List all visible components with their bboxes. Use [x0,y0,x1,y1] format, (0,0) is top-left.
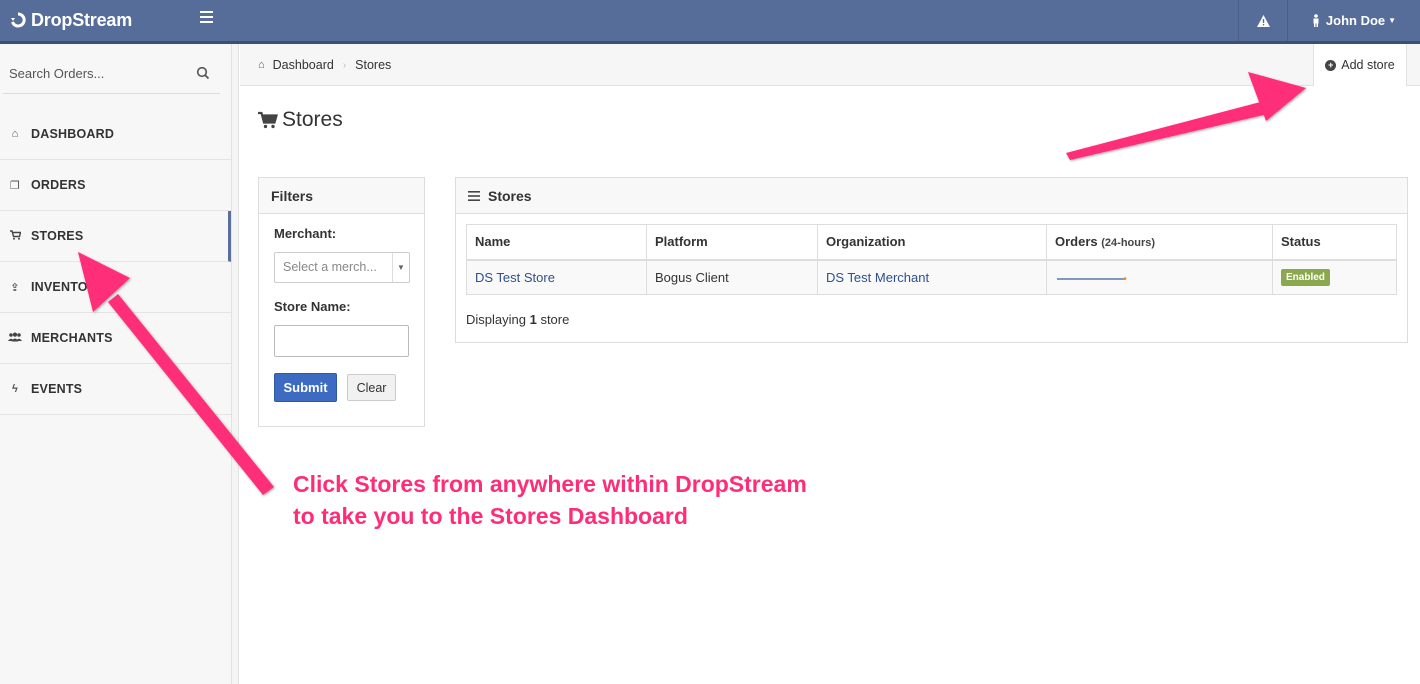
sidebar-item-merchants[interactable]: MERCHANTS [0,313,231,364]
sidebar-item-label: DASHBOARD [31,127,115,141]
sidebar-item-label: MERCHANTS [31,331,113,345]
merchant-label: Merchant: [274,226,337,241]
merchant-select-placeholder: Select a merch... [283,260,377,274]
clear-button[interactable]: Clear [347,374,396,401]
table-row: DS Test Store Bogus Client DS Test Merch… [466,259,1397,295]
sidebar-resize-handle[interactable] [232,44,239,684]
warning-icon [1256,14,1270,27]
breadcrumb-dashboard-link[interactable]: Dashboard [273,58,334,72]
store-name-input[interactable] [274,325,409,357]
annotation-line-1: Click Stores from anywhere within DropSt… [293,471,807,497]
menu-icon [200,11,213,13]
breadcrumb: ⌂ Dashboard › Stores [258,44,391,86]
store-name-label: Store Name: [274,299,351,314]
alerts-button[interactable] [1238,0,1287,41]
results-count-number: 1 [529,312,537,327]
sidebar-item-inventory[interactable]: ⇪ INVENTO [0,262,231,313]
sidebar-item-stores[interactable]: STORES [0,211,231,262]
sidebar-item-label: INVENTO [31,280,88,294]
add-store-label: Add store [1341,58,1395,72]
results-count-suffix: store [536,312,570,327]
sidebar-search [3,52,220,94]
bolt-icon: ϟ [11,383,19,395]
brand-logo[interactable]: DropStream [10,0,132,40]
upload-icon: ⇪ [10,281,20,294]
cart-icon [8,229,22,243]
sidebar-item-dashboard[interactable]: ⌂ DASHBOARD [0,109,231,160]
home-icon: ⌂ [258,59,265,71]
sidebar-item-orders[interactable]: ❐ ORDERS [0,160,231,211]
stores-table: Name Platform Organization Orders (24-ho… [466,224,1397,295]
breadcrumb-current: Stores [355,58,392,72]
sidebar-item-label: ORDERS [31,178,86,192]
stores-panel-header: Stores [456,178,1407,214]
cart-icon [258,111,278,129]
orders-header-label: Orders [1055,234,1098,250]
caret-down-icon: ▼ [1388,16,1397,25]
platform-cell: Bogus Client [646,259,818,295]
merchant-select[interactable]: Select a merch... ▼ [274,252,410,283]
resize-grip-icon: · · · · [233,439,236,457]
breadcrumb-separator-icon: › [342,59,347,71]
store-name-link[interactable]: DS Test Store [475,270,555,285]
submit-button[interactable]: Submit [274,373,337,402]
column-header-organization[interactable]: Organization [817,224,1047,261]
status-badge: Enabled [1281,269,1330,287]
stores-panel-title: Stores [488,187,532,204]
sidebar-item-events[interactable]: ϟ EVENTS [0,364,231,415]
column-header-orders[interactable]: Orders (24-hours) [1046,224,1273,261]
orders-sparkline [1057,276,1127,280]
annotation-callout: Click Stores from anywhere within DropSt… [293,468,853,532]
organization-link[interactable]: DS Test Merchant [826,270,929,285]
sidebar-item-label: EVENTS [31,382,83,396]
top-navbar: DropStream John Doe ▼ [0,0,1420,44]
add-store-button[interactable]: + Add store [1313,44,1407,86]
table-header-row: Name Platform Organization Orders (24-ho… [466,224,1397,261]
search-icon[interactable] [196,66,210,80]
users-icon [8,332,22,345]
annotation-line-2: to take you to the Stores Dashboard [293,503,688,529]
filters-title: Filters [259,178,424,214]
page-title: Stores [258,108,343,132]
page-title-text: Stores [282,108,343,131]
brand-name: DropStream [31,9,133,30]
results-count-prefix: Displaying [466,312,530,327]
breadcrumb-bar: ⌂ Dashboard › Stores + Add store [240,44,1420,86]
user-menu-button[interactable]: John Doe ▼ [1287,0,1420,41]
sidebar: ⌂ DASHBOARD ❐ ORDERS STORES ⇪ INVENTO ME… [0,44,232,684]
stores-panel: Stores Name Platform Organization Orders… [455,177,1408,343]
home-icon: ⌂ [11,128,19,140]
sidebar-item-label: STORES [31,229,84,243]
user-name: John Doe [1325,13,1386,28]
dropdown-arrow-icon[interactable]: ▼ [392,253,409,282]
column-header-status[interactable]: Status [1272,224,1397,261]
list-icon [468,190,480,201]
search-orders-input[interactable] [3,52,198,94]
sidebar-nav: ⌂ DASHBOARD ❐ ORDERS STORES ⇪ INVENTO ME… [0,109,231,415]
user-icon [1313,14,1319,27]
column-header-name[interactable]: Name [466,224,647,261]
organization-cell: DS Test Merchant [817,259,1047,295]
orders-sparkline-cell [1046,259,1273,295]
menu-toggle-button[interactable] [200,11,216,27]
dropstream-logo-icon [11,12,26,28]
orders-header-period: (24-hours) [1101,237,1156,250]
filters-panel: Filters Merchant: Select a merch... ▼ St… [258,177,425,427]
store-name-cell: DS Test Store [466,259,647,295]
results-count: Displaying 1 store [466,312,569,327]
plus-circle-icon: + [1325,59,1337,71]
column-header-platform[interactable]: Platform [646,224,818,261]
status-cell: Enabled [1272,259,1397,295]
copy-icon: ❐ [9,179,21,192]
